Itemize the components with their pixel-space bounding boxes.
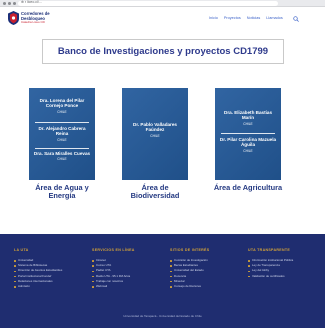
site-footer: LA UTA Universidad Sistema de Biblioteca…: [0, 234, 325, 328]
footer-heading: SERVICIOS EN LÍNEA: [92, 248, 135, 252]
browser-toolbar: ⊕ ▪ liceo.cl/...: [0, 0, 325, 7]
researcher-name: Dra. Sara Miralles Cuevas: [33, 151, 91, 156]
area-label-agricultura[interactable]: Área de Agricultura: [210, 183, 286, 192]
researcher-entry[interactable]: Dra. Elizabeth Bastias Marín CHILE: [219, 110, 277, 126]
researcher-entry[interactable]: Dr. Pablo Valladares Faúndez CHILE: [126, 122, 184, 138]
footer-link[interactable]: Admisión: [14, 284, 90, 289]
footer-link[interactable]: Consejo de Rectores: [170, 284, 246, 289]
researcher-country: CHILE: [57, 157, 67, 162]
nav-link-llamados[interactable]: Llamados: [266, 16, 282, 22]
page-title: Banco de Investigaciones y proyectos CD1…: [57, 46, 269, 57]
footer-heading: UTA TRANSPARENTE: [248, 248, 291, 252]
researcher-name: Dr. Pablo Valladares Faúndez: [133, 122, 177, 133]
researcher-entry[interactable]: Dr. Pilar Carolina Mazuela Águila CHILE: [219, 137, 277, 153]
researcher-name: Dra. Lorena del Pilar Cornejo Ponce: [39, 98, 85, 109]
footer-heading: LA UTA: [14, 248, 29, 252]
divider: [221, 133, 275, 134]
footer-link[interactable]: Webmail: [92, 284, 168, 289]
footer-copyright: Universidad de Tarapacá - Universidad de…: [123, 314, 202, 318]
footer-column-servicios: SERVICIOS EN LÍNEA Intranet Correo UTA P…: [92, 248, 168, 289]
page-title-box: Banco de Investigaciones y proyectos CD1…: [42, 39, 284, 64]
area-label-agua-energia[interactable]: Área de Agua y Energía: [24, 183, 100, 201]
researcher-entry[interactable]: Dra. Sara Miralles Cuevas CHILE: [33, 151, 91, 161]
researcher-country: CHILE: [243, 121, 253, 126]
forward-icon[interactable]: [8, 2, 11, 5]
logo-line-3: Cátedra Liceo CD: [21, 20, 45, 24]
search-icon[interactable]: [293, 16, 299, 22]
nav-link-noticias[interactable]: Noticias: [247, 16, 261, 22]
researcher-name: Dra. Elizabeth Bastias Marín: [224, 110, 272, 121]
researcher-name: Dr. Alejandro Cabrera Reina: [38, 126, 86, 137]
site-header: Corredores de Desbloqueo Cátedra Liceo C…: [0, 7, 325, 29]
researcher-entry[interactable]: Dr. Alejandro Cabrera Reina CHILE: [33, 126, 91, 142]
research-card-agua-energia[interactable]: Dra. Lorena del Pilar Cornejo Ponce CHIL…: [29, 88, 95, 180]
footer-column-sitios: SITIOS DE INTERÉS Comisión de Investigac…: [170, 248, 246, 289]
divider: [35, 122, 89, 123]
research-card-biodiversidad[interactable]: Dr. Pablo Valladares Faúndez CHILE: [122, 88, 188, 180]
address-bar[interactable]: ⊕ ▪ liceo.cl/...: [18, 0, 278, 6]
footer-column-transparente: UTA TRANSPARENTE Información institucion…: [248, 248, 324, 279]
back-icon[interactable]: [3, 2, 6, 5]
researcher-name: Dr. Pilar Carolina Mazuela Águila: [219, 137, 277, 148]
reload-icon[interactable]: [13, 2, 16, 5]
footer-heading: SITIOS DE INTERÉS: [170, 248, 210, 252]
researcher-country: CHILE: [57, 109, 67, 114]
logo-shield-icon: [8, 11, 19, 25]
nav-link-inicio[interactable]: Inicio: [209, 16, 218, 22]
footer-column-la-uta: LA UTA Universidad Sistema de Biblioteca…: [14, 248, 90, 289]
researcher-country: CHILE: [150, 133, 160, 138]
researcher-entry[interactable]: Dra. Lorena del Pilar Cornejo Ponce CHIL…: [33, 98, 91, 114]
nav-link-proyectos[interactable]: Proyectos: [224, 16, 241, 22]
divider: [35, 148, 89, 149]
researcher-country: CHILE: [57, 137, 67, 142]
area-label-biodiversidad[interactable]: Área de Biodiversidad: [117, 183, 193, 201]
main-nav: Inicio Proyectos Noticias Llamados: [209, 16, 283, 22]
site-logo[interactable]: Corredores de Desbloqueo Cátedra Liceo C…: [8, 11, 68, 25]
research-card-agricultura[interactable]: Dra. Elizabeth Bastias Marín CHILE Dr. P…: [215, 88, 281, 180]
footer-link[interactable]: Validación de certificados: [248, 274, 324, 279]
address-bar-text: ⊕ ▪ liceo.cl/...: [21, 0, 42, 4]
researcher-country: CHILE: [243, 148, 253, 153]
